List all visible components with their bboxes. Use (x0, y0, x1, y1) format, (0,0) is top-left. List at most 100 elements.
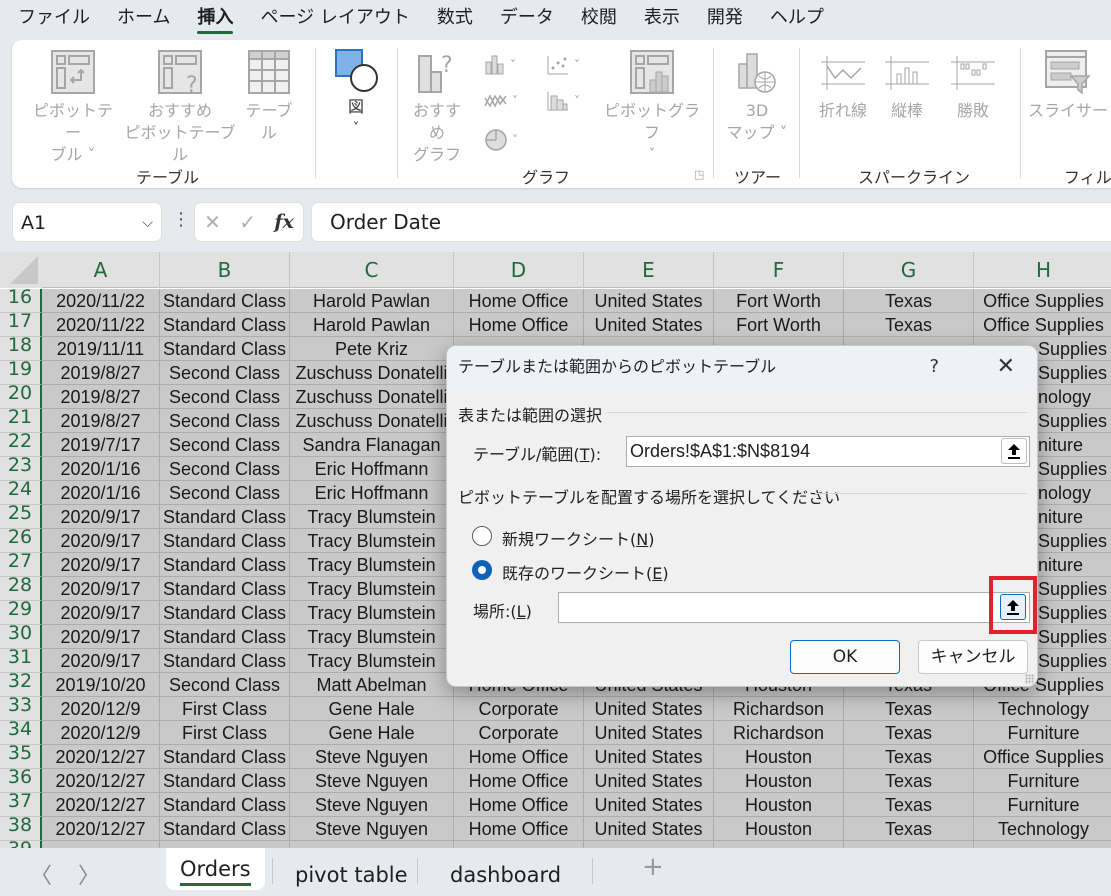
cell[interactable] (42, 841, 160, 848)
row-header[interactable]: 31 (0, 649, 42, 673)
cell[interactable]: Second Class (160, 457, 290, 481)
cell[interactable] (974, 841, 1111, 848)
cell[interactable]: Texas (844, 769, 974, 793)
row-header[interactable]: 36 (0, 769, 42, 793)
row-header[interactable]: 22 (0, 433, 42, 457)
row-header[interactable]: 39 (0, 841, 42, 848)
cell[interactable]: Zuschuss Donatelli (290, 385, 454, 409)
sparkline-line-button[interactable]: 折れ線 (812, 54, 874, 122)
cell[interactable]: 2020/1/16 (42, 457, 160, 481)
column-header[interactable]: D (454, 252, 584, 288)
cell[interactable]: Standard Class (160, 817, 290, 841)
cell[interactable]: Sandra Flanagan (290, 433, 454, 457)
cell[interactable]: Standard Class (160, 529, 290, 553)
more-options-icon[interactable]: ⋮ (172, 210, 190, 230)
menu-tab[interactable]: 表示 (644, 0, 680, 38)
cell[interactable]: Standard Class (160, 505, 290, 529)
column-header[interactable]: B (160, 252, 290, 288)
row-header[interactable]: 17 (0, 313, 42, 337)
cell[interactable] (844, 841, 974, 848)
cell[interactable]: 2020/9/17 (42, 625, 160, 649)
radio-existing-worksheet-label[interactable]: 既存のワークシート(E) (502, 560, 669, 584)
radio-new-worksheet[interactable] (472, 526, 492, 546)
cell[interactable]: Second Class (160, 409, 290, 433)
cell[interactable]: 2020/9/17 (42, 553, 160, 577)
cell[interactable]: Home Office (454, 793, 584, 817)
column-header[interactable]: H (974, 252, 1111, 288)
row-header[interactable]: 18 (0, 337, 42, 361)
cell[interactable]: Furniture (974, 721, 1111, 745)
cell[interactable]: 2019/8/27 (42, 361, 160, 385)
cell[interactable] (290, 841, 454, 848)
cell[interactable]: Texas (844, 313, 974, 337)
cell[interactable]: 2020/9/17 (42, 505, 160, 529)
cell[interactable]: Corporate (454, 697, 584, 721)
cell[interactable]: Standard Class (160, 577, 290, 601)
cell[interactable]: Richardson (714, 721, 844, 745)
cell[interactable]: Houston (714, 745, 844, 769)
cell[interactable] (714, 841, 844, 848)
column-header[interactable]: C (290, 252, 454, 288)
help-button[interactable]: ? (929, 346, 939, 388)
cell[interactable]: 2020/11/22 (42, 289, 160, 313)
row-header[interactable]: 26 (0, 529, 42, 553)
row-header[interactable]: 34 (0, 721, 42, 745)
cell[interactable]: 2020/12/27 (42, 793, 160, 817)
cell[interactable]: Technology (974, 817, 1111, 841)
row-header[interactable]: 20 (0, 385, 42, 409)
cell[interactable]: Technology (974, 697, 1111, 721)
row-header[interactable]: 28 (0, 577, 42, 601)
sparkline-winloss-button[interactable]: 勝敗 (942, 54, 1004, 122)
cell[interactable]: United States (584, 289, 714, 313)
menu-tab[interactable]: ヘルプ (770, 0, 824, 38)
cell[interactable]: Houston (714, 817, 844, 841)
row-header[interactable]: 29 (0, 601, 42, 625)
cell[interactable]: Second Class (160, 673, 290, 697)
menu-tab[interactable]: データ (500, 0, 554, 38)
radio-new-worksheet-label[interactable]: 新規ワークシート(N) (502, 526, 654, 550)
cell[interactable] (584, 841, 714, 848)
cell[interactable]: Texas (844, 289, 974, 313)
resize-grip[interactable] (1025, 674, 1035, 684)
row-header[interactable]: 33 (0, 697, 42, 721)
cell[interactable]: United States (584, 745, 714, 769)
cell[interactable]: 2019/7/17 (42, 433, 160, 457)
row-header[interactable]: 35 (0, 745, 42, 769)
recommended-charts-button[interactable]: ? おすすめ グラフ (406, 50, 468, 166)
cell[interactable]: Tracy Blumstein (290, 625, 454, 649)
cell[interactable]: Zuschuss Donatelli (290, 409, 454, 433)
cell[interactable]: Standard Class (160, 313, 290, 337)
cell[interactable]: Furniture (974, 769, 1111, 793)
cell[interactable]: 2020/11/22 (42, 313, 160, 337)
column-chart-button[interactable]: ˅ (484, 54, 516, 76)
cell[interactable]: 2020/12/27 (42, 745, 160, 769)
cancel-button[interactable]: キャンセル (918, 640, 1028, 674)
cell[interactable]: Second Class (160, 385, 290, 409)
cell[interactable]: Tracy Blumstein (290, 577, 454, 601)
cell[interactable]: Tracy Blumstein (290, 553, 454, 577)
cell[interactable]: United States (584, 817, 714, 841)
shapes-button[interactable]: 図 ˅ (328, 48, 384, 140)
row-header[interactable]: 19 (0, 361, 42, 385)
enter-icon[interactable]: ✓ (239, 210, 256, 234)
cancel-icon[interactable]: ✕ (204, 210, 221, 234)
pie-chart-button[interactable]: ˅ (484, 128, 518, 152)
cell[interactable]: 2020/12/9 (42, 697, 160, 721)
column-header[interactable]: A (42, 252, 160, 288)
cell[interactable]: Standard Class (160, 745, 290, 769)
cell[interactable]: 2020/9/17 (42, 529, 160, 553)
cell[interactable]: Tracy Blumstein (290, 601, 454, 625)
3d-map-button[interactable]: 3D マップ ˅ (724, 50, 790, 144)
cell[interactable]: Matt Abelman (290, 673, 454, 697)
menu-tab[interactable]: 校閲 (581, 0, 617, 38)
cell[interactable]: 2020/12/27 (42, 769, 160, 793)
row-header[interactable]: 24 (0, 481, 42, 505)
cell[interactable]: Richardson (714, 697, 844, 721)
cell[interactable]: Texas (844, 793, 974, 817)
cell[interactable]: Gene Hale (290, 721, 454, 745)
cell[interactable]: United States (584, 697, 714, 721)
cell[interactable]: United States (584, 313, 714, 337)
column-header[interactable]: F (714, 252, 844, 288)
cell[interactable]: 2020/12/27 (42, 817, 160, 841)
location-input[interactable] (558, 592, 1030, 623)
